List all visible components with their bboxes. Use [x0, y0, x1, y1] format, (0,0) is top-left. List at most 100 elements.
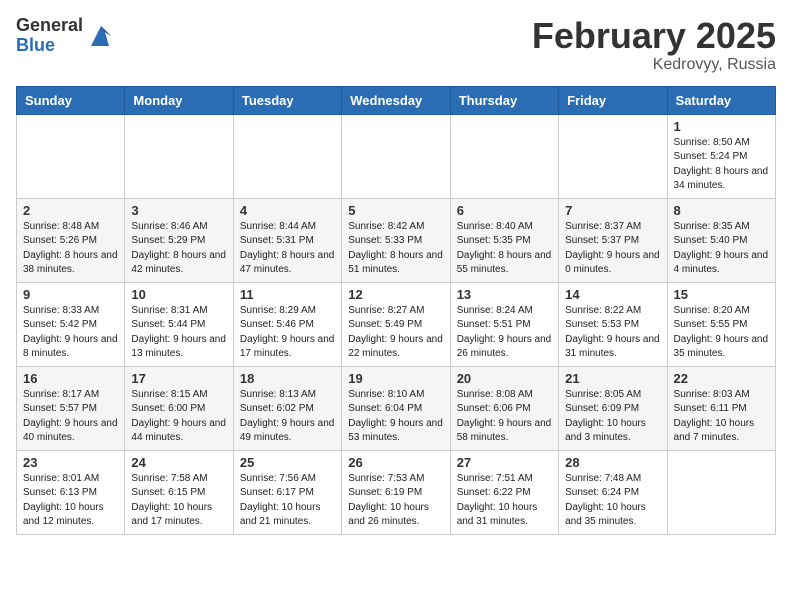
page-header: General Blue February 2025 Kedrovyy, Rus… [16, 16, 776, 74]
location-subtitle: Kedrovyy, Russia [532, 56, 776, 74]
weekday-header-monday: Monday [125, 86, 233, 114]
day-number: 9 [23, 287, 118, 302]
calendar-cell: 20Sunrise: 8:08 AM Sunset: 6:06 PM Dayli… [450, 366, 558, 450]
day-number: 12 [348, 287, 443, 302]
weekday-header-saturday: Saturday [667, 86, 775, 114]
calendar-cell: 9 Sunrise: 8:33 AM Sunset: 5:42 PM Daylig… [17, 282, 125, 366]
calendar-cell: 8 Sunrise: 8:35 AM Sunset: 5:40 PM Daylig… [667, 198, 775, 282]
calendar-cell [342, 114, 450, 198]
day-number: 8 [674, 203, 769, 218]
calendar-cell: 27 Sunrise: 7:51 AM Sunset: 6:22 PM Dayli… [450, 450, 558, 534]
calendar-cell: 19 Sunrise: 8:10 AM Sunset: 6:04 PM Dayli… [342, 366, 450, 450]
day-info: Sunrise: 8:50 AM Sunset: 5:24 PM Dayligh… [674, 136, 769, 194]
calendar-cell: 21 Sunrise: 8:05 AM Sunset: 6:09 PM Dayli… [559, 366, 667, 450]
calendar-cell: 17 Sunrise: 8:15 AM Sunset: 6:00 PM Dayli… [125, 366, 233, 450]
week-row-3: 9 Sunrise: 8:33 AM Sunset: 5:42 PM Daylig… [17, 282, 776, 366]
day-info: Sunrise: 7:56 AM Sunset: 6:17 PM Dayligh… [240, 472, 335, 530]
day-number: 21 [565, 371, 660, 386]
day-number: 22 [674, 371, 769, 386]
calendar-cell: 3 Sunrise: 8:46 AM Sunset: 5:29 PM Daylig… [125, 198, 233, 282]
day-number: 1 [674, 119, 769, 134]
calendar-cell: 5Sunrise: 8:42 AM Sunset: 5:33 PM Daylig… [342, 198, 450, 282]
day-number: 27 [457, 455, 552, 470]
day-info: Sunrise: 8:24 AM Sunset: 5:51 PM Dayligh… [457, 304, 552, 362]
day-number: 15 [674, 287, 769, 302]
calendar-cell [450, 114, 558, 198]
calendar-cell: 25 Sunrise: 7:56 AM Sunset: 6:17 PM Dayli… [233, 450, 341, 534]
calendar-cell: 12Sunrise: 8:27 AM Sunset: 5:49 PM Dayli… [342, 282, 450, 366]
day-info: Sunrise: 8:08 AM Sunset: 6:06 PM Dayligh… [457, 388, 552, 446]
weekday-header-sunday: Sunday [17, 86, 125, 114]
day-number: 18 [240, 371, 335, 386]
day-info: Sunrise: 8:37 AM Sunset: 5:37 PM Dayligh… [565, 220, 660, 278]
week-row-4: 16 Sunrise: 8:17 AM Sunset: 5:57 PM Dayli… [17, 366, 776, 450]
day-number: 11 [240, 287, 335, 302]
day-info: Sunrise: 7:48 AM Sunset: 6:24 PM Dayligh… [565, 472, 660, 530]
calendar-cell: 1 Sunrise: 8:50 AM Sunset: 5:24 PM Daylig… [667, 114, 775, 198]
weekday-header-thursday: Thursday [450, 86, 558, 114]
calendar-cell: 15 Sunrise: 8:20 AM Sunset: 5:55 PM Dayli… [667, 282, 775, 366]
day-number: 26 [348, 455, 443, 470]
day-info: Sunrise: 8:48 AM Sunset: 5:26 PM Dayligh… [23, 220, 118, 278]
day-info: Sunrise: 8:13 AM Sunset: 6:02 PM Dayligh… [240, 388, 335, 446]
day-number: 28 [565, 455, 660, 470]
calendar-cell [233, 114, 341, 198]
day-info: Sunrise: 8:03 AM Sunset: 6:11 PM Dayligh… [674, 388, 769, 446]
calendar-cell [17, 114, 125, 198]
calendar-cell: 23 Sunrise: 8:01 AM Sunset: 6:13 PM Dayli… [17, 450, 125, 534]
calendar-cell [667, 450, 775, 534]
day-info: Sunrise: 8:35 AM Sunset: 5:40 PM Dayligh… [674, 220, 769, 278]
day-number: 19 [348, 371, 443, 386]
weekday-header-friday: Friday [559, 86, 667, 114]
calendar-cell: 4Sunrise: 8:44 AM Sunset: 5:31 PM Daylig… [233, 198, 341, 282]
week-row-1: 1 Sunrise: 8:50 AM Sunset: 5:24 PM Daylig… [17, 114, 776, 198]
week-row-2: 2 Sunrise: 8:48 AM Sunset: 5:26 PM Daylig… [17, 198, 776, 282]
day-info: Sunrise: 8:15 AM Sunset: 6:00 PM Dayligh… [131, 388, 226, 446]
calendar-cell: 22 Sunrise: 8:03 AM Sunset: 6:11 PM Dayli… [667, 366, 775, 450]
day-info: Sunrise: 7:51 AM Sunset: 6:22 PM Dayligh… [457, 472, 552, 530]
calendar-table: SundayMondayTuesdayWednesdayThursdayFrid… [16, 86, 776, 535]
weekday-header-tuesday: Tuesday [233, 86, 341, 114]
day-info: Sunrise: 8:22 AM Sunset: 5:53 PM Dayligh… [565, 304, 660, 362]
calendar-cell: 10Sunrise: 8:31 AM Sunset: 5:44 PM Dayli… [125, 282, 233, 366]
calendar-cell: 18 Sunrise: 8:13 AM Sunset: 6:02 PM Dayli… [233, 366, 341, 450]
day-number: 16 [23, 371, 118, 386]
day-info: Sunrise: 7:58 AM Sunset: 6:15 PM Dayligh… [131, 472, 226, 530]
day-number: 4 [240, 203, 335, 218]
day-number: 6 [457, 203, 552, 218]
calendar-cell [125, 114, 233, 198]
logo-blue-text: Blue [16, 36, 83, 56]
day-number: 10 [131, 287, 226, 302]
month-year-title: February 2025 [532, 16, 776, 56]
day-info: Sunrise: 8:01 AM Sunset: 6:13 PM Dayligh… [23, 472, 118, 530]
day-info: Sunrise: 7:53 AM Sunset: 6:19 PM Dayligh… [348, 472, 443, 530]
calendar-cell: 7 Sunrise: 8:37 AM Sunset: 5:37 PM Daylig… [559, 198, 667, 282]
calendar-cell: 28 Sunrise: 7:48 AM Sunset: 6:24 PM Dayli… [559, 450, 667, 534]
weekday-header-wednesday: Wednesday [342, 86, 450, 114]
calendar-cell: 2 Sunrise: 8:48 AM Sunset: 5:26 PM Daylig… [17, 198, 125, 282]
logo-general-text: General [16, 16, 83, 36]
day-info: Sunrise: 8:05 AM Sunset: 6:09 PM Dayligh… [565, 388, 660, 446]
calendar-cell: 26 Sunrise: 7:53 AM Sunset: 6:19 PM Dayli… [342, 450, 450, 534]
calendar-cell: 14Sunrise: 8:22 AM Sunset: 5:53 PM Dayli… [559, 282, 667, 366]
day-info: Sunrise: 8:46 AM Sunset: 5:29 PM Dayligh… [131, 220, 226, 278]
day-number: 7 [565, 203, 660, 218]
calendar-cell: 24 Sunrise: 7:58 AM Sunset: 6:15 PM Dayli… [125, 450, 233, 534]
day-number: 25 [240, 455, 335, 470]
day-number: 2 [23, 203, 118, 218]
calendar-cell: 6Sunrise: 8:40 AM Sunset: 5:35 PM Daylig… [450, 198, 558, 282]
day-info: Sunrise: 8:20 AM Sunset: 5:55 PM Dayligh… [674, 304, 769, 362]
day-number: 23 [23, 455, 118, 470]
day-number: 13 [457, 287, 552, 302]
day-number: 24 [131, 455, 226, 470]
day-info: Sunrise: 8:33 AM Sunset: 5:42 PM Dayligh… [23, 304, 118, 362]
day-info: Sunrise: 8:29 AM Sunset: 5:46 PM Dayligh… [240, 304, 335, 362]
calendar-cell: 16 Sunrise: 8:17 AM Sunset: 5:57 PM Dayli… [17, 366, 125, 450]
day-info: Sunrise: 8:10 AM Sunset: 6:04 PM Dayligh… [348, 388, 443, 446]
weekday-header-row: SundayMondayTuesdayWednesdayThursdayFrid… [17, 86, 776, 114]
day-number: 3 [131, 203, 226, 218]
day-number: 17 [131, 371, 226, 386]
week-row-5: 23 Sunrise: 8:01 AM Sunset: 6:13 PM Dayli… [17, 450, 776, 534]
day-info: Sunrise: 8:17 AM Sunset: 5:57 PM Dayligh… [23, 388, 118, 446]
calendar-cell: 11 Sunrise: 8:29 AM Sunset: 5:46 PM Dayli… [233, 282, 341, 366]
